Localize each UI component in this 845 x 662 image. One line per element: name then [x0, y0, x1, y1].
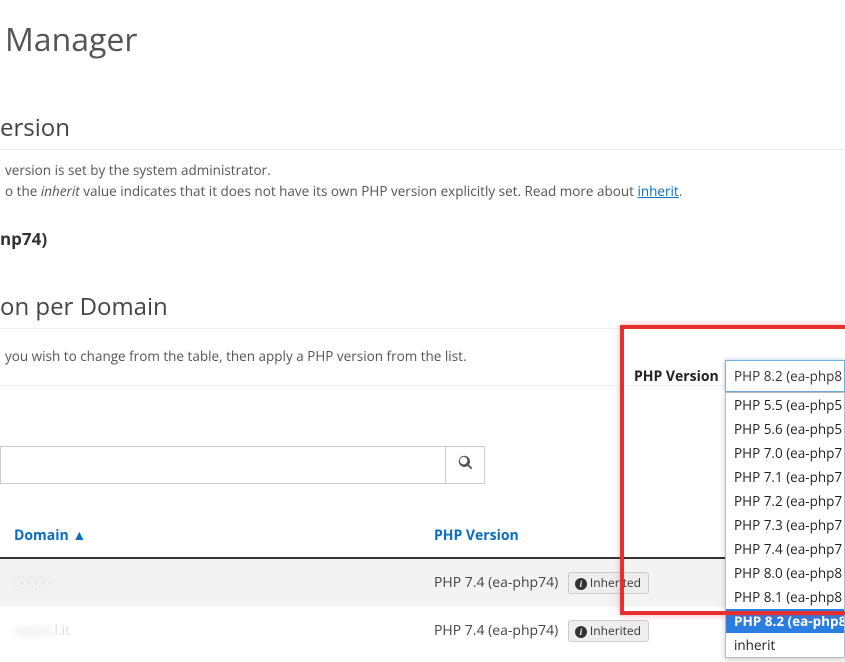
inherited-badge: iInherited [568, 572, 649, 594]
col-domain-header[interactable]: Domain ▲ [0, 514, 420, 558]
table-row[interactable]: xxxxx.l.it PHP 7.4 (ea-php74) iInherited [0, 607, 845, 655]
php-version-dropdown[interactable]: PHP 8.2 (ea-php8 PHP 5.5 (ea-php5PHP 5.6… [725, 360, 845, 658]
dropdown-option[interactable]: PHP 7.4 (ea-php7 [726, 537, 844, 561]
current-version-label: np74) [0, 202, 845, 250]
dropdown-option[interactable]: PHP 7.0 (ea-php7 [726, 441, 844, 465]
search-bar [0, 446, 485, 484]
desc-line1: version is set by the system administrat… [5, 161, 271, 179]
dropdown-option[interactable]: PHP 8.0 (ea-php8 [726, 561, 844, 585]
desc-line2b: value indicates that it does not have it… [80, 182, 638, 200]
info-icon: i [575, 626, 587, 638]
search-icon [458, 455, 473, 475]
section-php-version-title: ersion [0, 71, 845, 150]
dropdown-selected[interactable]: PHP 8.2 (ea-php8 [725, 360, 845, 392]
page-title: Manager [0, 0, 845, 71]
badge-text: Inherited [590, 574, 641, 591]
dropdown-list: PHP 5.5 (ea-php5PHP 5.6 (ea-php5PHP 7.0 … [725, 392, 845, 658]
domain-table: Domain ▲ PHP Version xxxxx PHP 7.4 (ea-p… [0, 514, 845, 655]
domain-cell-blur: xxxxx [14, 573, 51, 592]
inherit-link[interactable]: inherit [637, 182, 678, 200]
dropdown-option[interactable]: PHP 8.1 (ea-php8 [726, 585, 844, 609]
dropdown-option[interactable]: PHP 7.2 (ea-php7 [726, 489, 844, 513]
dropdown-option[interactable]: PHP 5.5 (ea-php5 [726, 393, 844, 417]
domain-cell-blur: xxxxx [14, 621, 51, 640]
inherited-badge: iInherited [568, 620, 649, 642]
section-per-domain-title: on per Domain [0, 250, 845, 329]
table-row[interactable]: xxxxx PHP 7.4 (ea-php74) iInherited [0, 558, 845, 607]
badge-text: Inherited [590, 622, 641, 639]
desc-line2c: . [679, 182, 683, 200]
dropdown-option[interactable]: PHP 8.2 (ea-php8 [726, 609, 844, 633]
search-input[interactable] [0, 446, 445, 484]
version-cell: PHP 7.4 (ea-php74) [434, 621, 558, 640]
php-version-label: PHP Version [634, 367, 719, 386]
info-icon: i [575, 578, 587, 590]
search-button[interactable] [445, 446, 485, 484]
desc-inherit-em: inherit [41, 182, 80, 200]
dropdown-option[interactable]: PHP 7.3 (ea-php7 [726, 513, 844, 537]
description-text: version is set by the system administrat… [0, 160, 845, 202]
desc-line2a: o the [5, 182, 41, 200]
version-cell: PHP 7.4 (ea-php74) [434, 573, 558, 592]
dropdown-option[interactable]: inherit [726, 633, 844, 657]
dropdown-option[interactable]: PHP 5.6 (ea-php5 [726, 417, 844, 441]
dropdown-option[interactable]: PHP 7.1 (ea-php7 [726, 465, 844, 489]
domain-suffix: .l.it [51, 621, 70, 640]
